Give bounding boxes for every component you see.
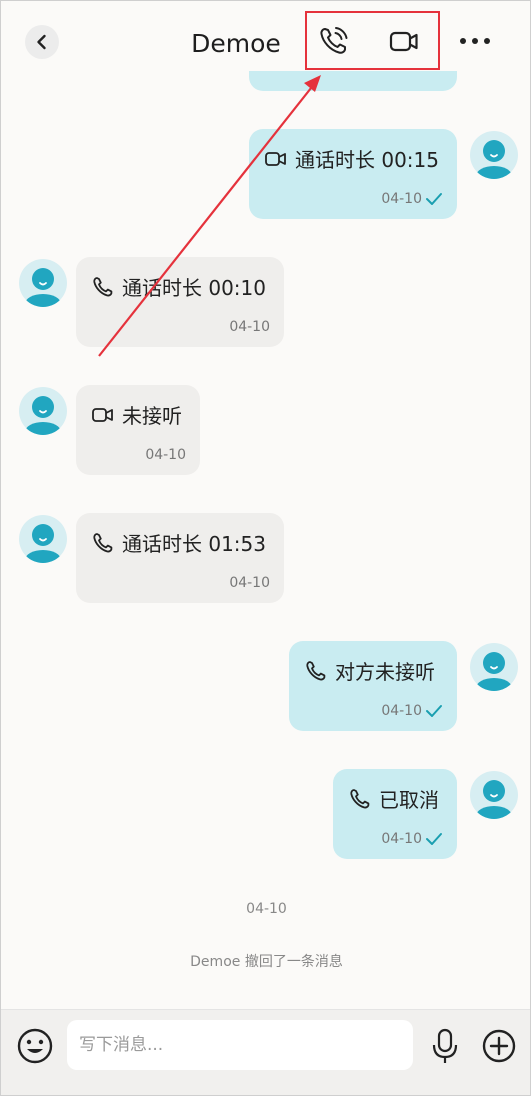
- more-dots-icon: [460, 38, 490, 44]
- avatar[interactable]: [470, 131, 518, 179]
- video-camera-icon: [263, 146, 289, 172]
- phone-icon: [90, 530, 116, 556]
- page-title: Demoe: [191, 29, 281, 58]
- avatar[interactable]: [470, 771, 518, 819]
- phone-icon: [303, 658, 329, 684]
- video-call-button[interactable]: [383, 21, 425, 61]
- emoji-button[interactable]: [15, 1026, 55, 1066]
- message-text: 未接听: [122, 404, 182, 428]
- message-date: 04-10: [381, 191, 422, 207]
- phone-icon: [347, 786, 373, 812]
- plus-circle-icon: [482, 1029, 516, 1063]
- message-date: 04-10: [145, 447, 186, 463]
- chevron-left-icon: [37, 34, 46, 50]
- emoji-icon: [17, 1028, 53, 1064]
- message-text: 通话时长 00:15: [295, 148, 439, 172]
- back-button[interactable]: [25, 25, 59, 59]
- message-date: 04-10: [229, 319, 270, 335]
- message-text: 通话时长 01:53: [122, 532, 266, 556]
- message-bubble[interactable]: 通话时长 00:10 04-10: [76, 257, 284, 347]
- previous-message-bubble[interactable]: [249, 71, 457, 91]
- voice-input-button[interactable]: [429, 1026, 461, 1066]
- message-text: 对方未接听: [335, 660, 435, 684]
- avatar[interactable]: [19, 259, 67, 307]
- phone-call-icon: [320, 27, 348, 54]
- message-date: 04-10: [381, 703, 422, 719]
- input-bar: [1, 1009, 530, 1095]
- phone-icon: [90, 274, 116, 300]
- microphone-icon: [432, 1028, 458, 1063]
- video-camera-icon: [389, 31, 418, 52]
- avatar[interactable]: [19, 387, 67, 435]
- read-check-icon: [425, 832, 443, 846]
- system-date: 04-10: [246, 901, 287, 917]
- message-bubble[interactable]: 未接听 04-10: [76, 385, 200, 475]
- read-check-icon: [425, 192, 443, 206]
- video-camera-icon: [90, 402, 116, 428]
- message-input[interactable]: [67, 1020, 413, 1070]
- avatar[interactable]: [19, 515, 67, 563]
- voice-call-button[interactable]: [313, 21, 355, 61]
- message-date: 04-10: [229, 575, 270, 591]
- message-bubble[interactable]: 对方未接听 04-10: [289, 641, 457, 731]
- message-text: 已取消: [379, 788, 439, 812]
- message-bubble[interactable]: 通话时长 00:15 04-10: [249, 129, 457, 219]
- message-bubble[interactable]: 已取消 04-10: [333, 769, 457, 859]
- message-bubble[interactable]: 通话时长 01:53 04-10: [76, 513, 284, 603]
- more-button[interactable]: [453, 23, 497, 59]
- message-text: 通话时长 00:10: [122, 276, 266, 300]
- recall-notice: Demoe 撤回了一条消息: [190, 954, 343, 970]
- add-button[interactable]: [479, 1026, 519, 1066]
- read-check-icon: [425, 704, 443, 718]
- message-date: 04-10: [381, 831, 422, 847]
- avatar[interactable]: [470, 643, 518, 691]
